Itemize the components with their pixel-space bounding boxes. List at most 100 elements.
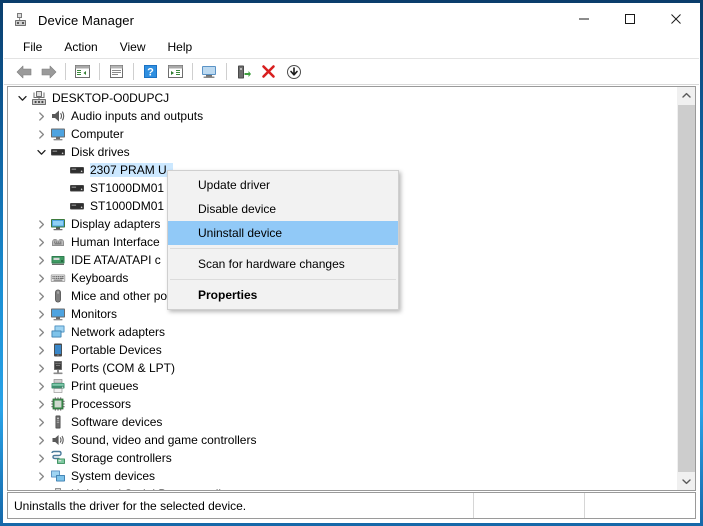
help-icon[interactable]: ? bbox=[138, 61, 163, 83]
software-device-icon bbox=[49, 413, 67, 431]
back-icon[interactable] bbox=[11, 61, 36, 83]
chevron-right-icon[interactable] bbox=[33, 467, 49, 485]
tree-node-label: Processors bbox=[71, 397, 137, 411]
uninstall-device-icon[interactable] bbox=[256, 61, 281, 83]
show-hide-console-tree-icon[interactable] bbox=[70, 61, 95, 83]
tree-node-label: Disk drives bbox=[71, 145, 136, 159]
scroll-down-button[interactable] bbox=[678, 473, 695, 490]
chevron-right-icon[interactable] bbox=[33, 233, 49, 251]
tree-node-label: ST1000DM01 bbox=[90, 199, 170, 213]
menu-help[interactable]: Help bbox=[157, 38, 204, 56]
menu-file[interactable]: File bbox=[12, 38, 53, 56]
chevron-right-icon[interactable] bbox=[33, 125, 49, 143]
tree-node[interactable]: Processors bbox=[8, 395, 677, 413]
status-bar: Uninstalls the driver for the selected d… bbox=[7, 492, 696, 519]
tree-node[interactable]: Disk drives bbox=[8, 143, 677, 161]
tree-node-label: Sound, video and game controllers bbox=[71, 433, 262, 447]
scroll-up-button[interactable] bbox=[678, 87, 695, 104]
twisty-placeholder bbox=[52, 161, 68, 179]
usb-icon bbox=[49, 485, 67, 490]
tree-node-label: Computer bbox=[71, 127, 130, 141]
tree-node[interactable]: System devices bbox=[8, 467, 677, 485]
mouse-icon bbox=[49, 287, 67, 305]
tree-node[interactable]: Sound, video and game controllers bbox=[8, 431, 677, 449]
chevron-right-icon[interactable] bbox=[33, 287, 49, 305]
chevron-right-icon[interactable] bbox=[33, 413, 49, 431]
processor-icon bbox=[49, 395, 67, 413]
svg-text:?: ? bbox=[147, 67, 154, 79]
chevron-right-icon[interactable] bbox=[33, 107, 49, 125]
tree-node[interactable]: Audio inputs and outputs bbox=[8, 107, 677, 125]
disk-icon bbox=[68, 161, 86, 179]
tree-node-label: Keyboards bbox=[71, 271, 134, 285]
chevron-right-icon[interactable] bbox=[33, 395, 49, 413]
status-message: Uninstalls the driver for the selected d… bbox=[8, 499, 473, 513]
disk-icon bbox=[68, 197, 86, 215]
window-client-area: Device Manager File Action View Help bbox=[3, 3, 700, 523]
context-menu[interactable]: Update driverDisable deviceUninstall dev… bbox=[167, 170, 399, 310]
vertical-scrollbar[interactable] bbox=[677, 87, 695, 490]
tree-node[interactable]: Storage controllers bbox=[8, 449, 677, 467]
minimize-button[interactable] bbox=[561, 4, 607, 34]
chevron-right-icon[interactable] bbox=[33, 485, 49, 490]
tree-node[interactable]: Network adapters bbox=[8, 323, 677, 341]
tree-node-label: System devices bbox=[71, 469, 161, 483]
toolbar-separator-2 bbox=[99, 63, 100, 80]
twisty-placeholder bbox=[52, 197, 68, 215]
portable-device-icon bbox=[49, 341, 67, 359]
show-hide-action-pane-icon[interactable] bbox=[163, 61, 188, 83]
chevron-right-icon[interactable] bbox=[33, 323, 49, 341]
scrollbar-thumb[interactable] bbox=[678, 105, 695, 472]
disable-device-icon[interactable] bbox=[281, 61, 306, 83]
context-menu-separator bbox=[170, 248, 396, 249]
chevron-right-icon[interactable] bbox=[33, 377, 49, 395]
tree-node-label: IDE ATA/ATAPI c bbox=[71, 253, 167, 267]
context-menu-item-properties[interactable]: Properties bbox=[168, 283, 398, 307]
forward-icon[interactable] bbox=[36, 61, 61, 83]
update-driver-icon[interactable] bbox=[231, 61, 256, 83]
network-adapter-icon bbox=[49, 323, 67, 341]
chevron-right-icon[interactable] bbox=[33, 251, 49, 269]
menu-view[interactable]: View bbox=[109, 38, 157, 56]
chevron-right-icon[interactable] bbox=[33, 215, 49, 233]
tree-node[interactable]: Portable Devices bbox=[8, 341, 677, 359]
chevron-down-icon[interactable] bbox=[33, 143, 49, 161]
maximize-button[interactable] bbox=[607, 4, 653, 34]
chevron-right-icon[interactable] bbox=[33, 269, 49, 287]
tree-node-label: Ports (COM & LPT) bbox=[71, 361, 181, 375]
disk-icon bbox=[68, 179, 86, 197]
properties-icon[interactable] bbox=[104, 61, 129, 83]
context-menu-item-update-driver[interactable]: Update driver bbox=[168, 173, 398, 197]
context-menu-item-scan-for-hardware-changes[interactable]: Scan for hardware changes bbox=[168, 252, 398, 276]
chevron-right-icon[interactable] bbox=[33, 341, 49, 359]
toolbar-separator-3 bbox=[133, 63, 134, 80]
chevron-right-icon[interactable] bbox=[33, 359, 49, 377]
tree-node[interactable]: Software devices bbox=[8, 413, 677, 431]
close-button[interactable] bbox=[653, 4, 699, 34]
device-manager-window: Device Manager File Action View Help bbox=[0, 0, 703, 526]
toolbar-separator-5 bbox=[226, 63, 227, 80]
tree-node-label: Audio inputs and outputs bbox=[71, 109, 209, 123]
context-menu-item-uninstall-device[interactable]: Uninstall device bbox=[168, 221, 398, 245]
tree-node[interactable]: Ports (COM & LPT) bbox=[8, 359, 677, 377]
hid-icon bbox=[49, 233, 67, 251]
tree-node[interactable]: Universal Serial Bus controllers bbox=[8, 485, 677, 490]
tree-node-label: Display adapters bbox=[71, 217, 166, 231]
chevron-down-icon[interactable] bbox=[14, 89, 30, 107]
tree-node[interactable]: Print queues bbox=[8, 377, 677, 395]
context-menu-item-disable-device[interactable]: Disable device bbox=[168, 197, 398, 221]
device-manager-icon bbox=[13, 11, 31, 29]
caption-button-group bbox=[561, 4, 699, 34]
scan-for-hardware-changes-icon[interactable] bbox=[197, 61, 222, 83]
status-pane-3 bbox=[584, 493, 695, 518]
tree-node-label: Software devices bbox=[71, 415, 168, 429]
menu-action[interactable]: Action bbox=[53, 38, 108, 56]
port-icon bbox=[49, 359, 67, 377]
chevron-right-icon[interactable] bbox=[33, 449, 49, 467]
tree-node[interactable]: Computer bbox=[8, 125, 677, 143]
tree-root-node[interactable]: DESKTOP-O0DUPCJ bbox=[8, 89, 677, 107]
chevron-right-icon[interactable] bbox=[33, 431, 49, 449]
tree-node-label: Monitors bbox=[71, 307, 123, 321]
chevron-right-icon[interactable] bbox=[33, 305, 49, 323]
context-menu-separator bbox=[170, 279, 396, 280]
